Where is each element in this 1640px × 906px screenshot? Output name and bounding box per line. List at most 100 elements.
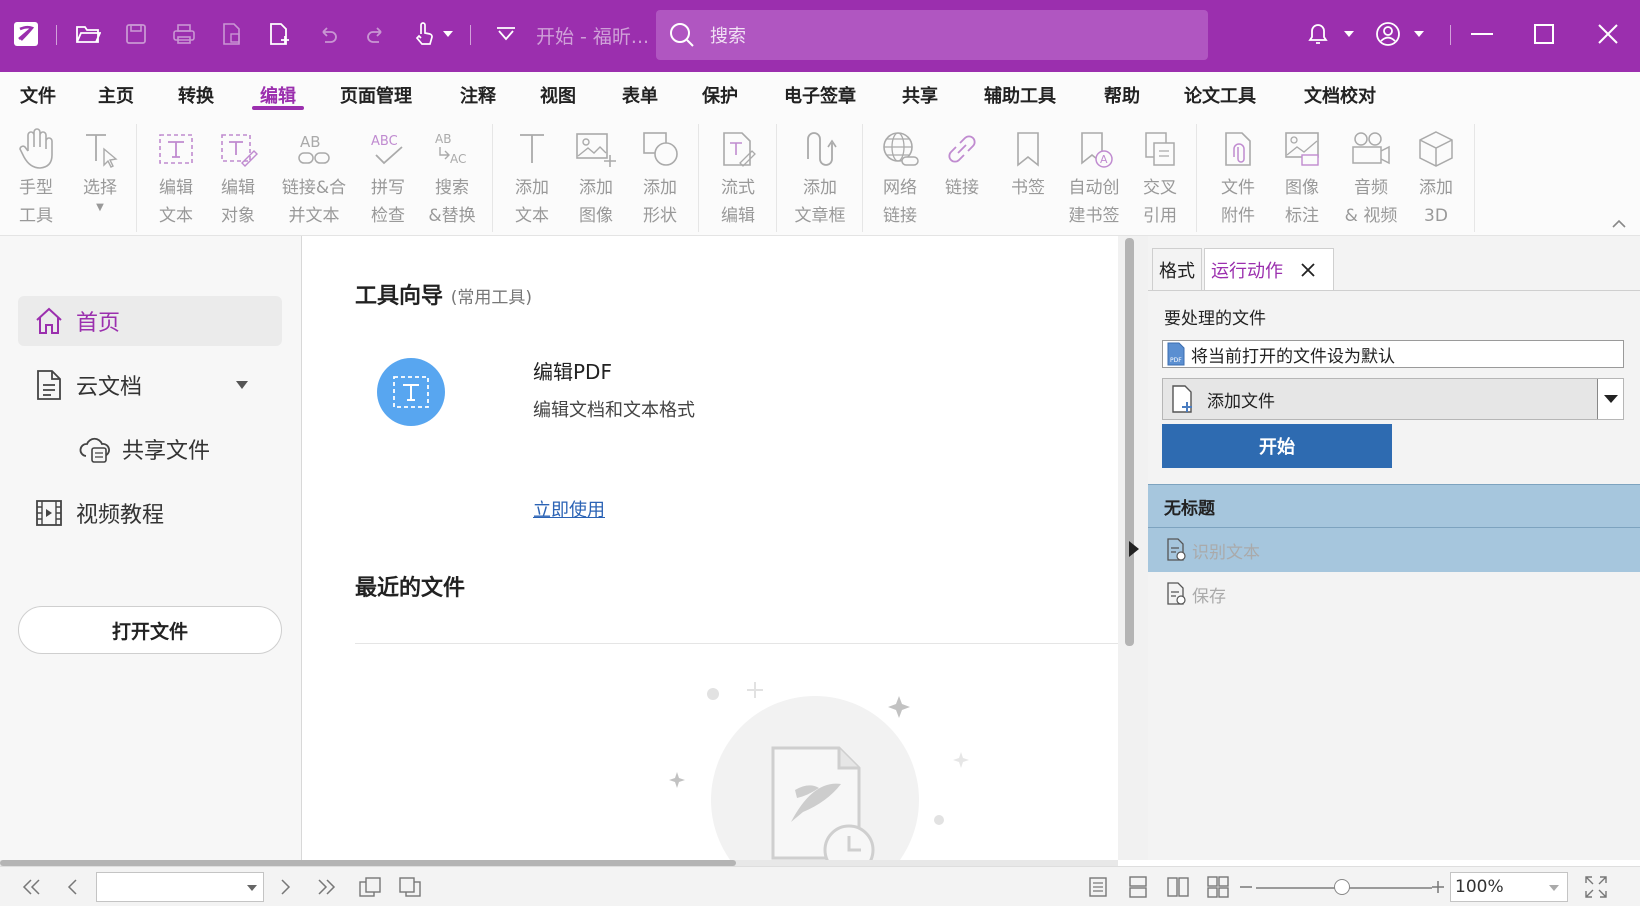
add-text-button[interactable]: 添加 文本 xyxy=(500,124,564,230)
menu-share[interactable]: 共享 xyxy=(902,82,938,108)
active-menu-indicator xyxy=(252,106,304,110)
add-3d-button[interactable]: 添加 3D xyxy=(1404,124,1468,230)
spell-check-button[interactable]: ABC 拼写 检查 xyxy=(356,124,420,230)
svg-text:PDF: PDF xyxy=(1170,357,1182,364)
tab-format[interactable]: 格式 xyxy=(1152,248,1202,290)
add-shape-button[interactable]: 添加 形状 xyxy=(628,124,692,230)
link-merge-text-button[interactable]: AB 链接&合 并文本 xyxy=(276,124,352,230)
menu-comment[interactable]: 注释 xyxy=(460,82,496,108)
action-ocr-row[interactable]: 识别文本 xyxy=(1148,528,1640,572)
dropdown-arrow-icon[interactable] xyxy=(1597,379,1623,419)
edit-pdf-icon[interactable] xyxy=(377,358,445,426)
save-icon[interactable] xyxy=(118,16,154,52)
menu-protect[interactable]: 保护 xyxy=(702,82,738,108)
maximize-icon[interactable] xyxy=(1526,16,1562,52)
open-file-button[interactable]: 打开文件 xyxy=(18,606,282,654)
facing-view-icon[interactable] xyxy=(1164,875,1192,899)
nav-video-tutorials[interactable]: 视频教程 xyxy=(18,488,282,538)
chevron-down-icon[interactable] xyxy=(1549,885,1559,891)
menu-view[interactable]: 视图 xyxy=(540,82,576,108)
nav-home[interactable]: 首页 xyxy=(18,296,282,346)
close-tab-icon[interactable] xyxy=(1301,262,1315,277)
zoom-out-icon[interactable] xyxy=(1236,875,1256,899)
single-page-view-icon[interactable] xyxy=(1084,875,1112,899)
collapse-ribbon-icon[interactable] xyxy=(1612,214,1626,233)
close-icon[interactable] xyxy=(1590,16,1626,52)
notification-dropdown-icon[interactable] xyxy=(1338,16,1360,52)
start-button[interactable]: 开始 xyxy=(1162,424,1392,468)
menu-convert[interactable]: 转换 xyxy=(178,82,214,108)
web-link-button[interactable]: 网络 链接 xyxy=(868,124,932,230)
add-file-dropdown[interactable]: 添加文件 xyxy=(1162,378,1624,420)
open-folder-icon[interactable] xyxy=(70,16,106,52)
scrollbar-thumb[interactable] xyxy=(1125,238,1134,646)
new-page-icon[interactable] xyxy=(262,16,298,52)
account-dropdown-icon[interactable] xyxy=(1408,16,1430,52)
menu-e-signature[interactable]: 电子签章 xyxy=(784,82,856,108)
menu-page-management[interactable]: 页面管理 xyxy=(340,82,412,108)
first-page-icon[interactable] xyxy=(18,875,46,899)
menu-document-proofread[interactable]: 文档校对 xyxy=(1304,82,1376,108)
search-replace-button[interactable]: AB AC 搜索 &替换 xyxy=(420,124,484,230)
file-attachment-button[interactable]: 文件 附件 xyxy=(1206,124,1270,230)
tab-run-action[interactable]: 运行动作 xyxy=(1204,248,1334,290)
continuous-view-icon[interactable] xyxy=(1124,875,1152,899)
action-group-header[interactable]: 无标题 xyxy=(1148,484,1640,528)
menu-assist-tools[interactable]: 辅助工具 xyxy=(984,82,1056,108)
edit-object-button[interactable]: 编辑 对象 xyxy=(206,124,270,230)
chevron-down-icon[interactable] xyxy=(247,885,257,891)
zoom-in-icon[interactable] xyxy=(1428,875,1448,899)
minimize-icon[interactable] xyxy=(1464,16,1500,52)
app-logo-icon[interactable] xyxy=(8,16,44,52)
separator xyxy=(776,124,777,232)
previous-view-icon[interactable] xyxy=(356,875,384,899)
chevron-down-icon[interactable] xyxy=(236,381,248,389)
page-number-input[interactable] xyxy=(96,872,264,902)
nav-shared-files[interactable]: 共享文件 xyxy=(60,424,282,474)
touch-mode-dropdown-icon[interactable] xyxy=(436,16,460,52)
menu-file[interactable]: 文件 xyxy=(20,82,56,108)
menu-help[interactable]: 帮助 xyxy=(1104,82,1140,108)
flow-edit-button[interactable]: 流式 编辑 xyxy=(706,124,770,230)
nav-video-tutorials-label: 视频教程 xyxy=(76,503,165,528)
customize-quick-access-icon[interactable] xyxy=(488,16,524,52)
export-page-icon[interactable] xyxy=(214,16,250,52)
svg-text:ABC: ABC xyxy=(371,134,398,149)
last-page-icon[interactable] xyxy=(312,875,340,899)
edit-text-button[interactable]: 编辑 文本 xyxy=(144,124,208,230)
undo-icon[interactable] xyxy=(310,16,346,52)
menu-thesis-tools[interactable]: 论文工具 xyxy=(1184,82,1256,108)
image-annotation-button[interactable]: 图像 标注 xyxy=(1270,124,1334,230)
notification-bell-icon[interactable] xyxy=(1300,16,1336,52)
redo-icon[interactable] xyxy=(358,16,394,52)
add-article-box-button[interactable]: 添加 文章框 xyxy=(784,124,856,230)
zoom-level-select[interactable]: 100% xyxy=(1450,872,1568,902)
cross-reference-button[interactable]: 交叉 引用 xyxy=(1128,124,1192,230)
search-placeholder: 搜索 xyxy=(710,26,746,47)
action-save-row[interactable]: 保存 xyxy=(1148,572,1640,616)
hand-tool-button[interactable]: 手型 工具 xyxy=(4,124,68,230)
account-icon[interactable] xyxy=(1370,16,1406,52)
use-now-link[interactable]: 立即使用 xyxy=(533,496,605,522)
previous-page-icon[interactable] xyxy=(58,875,86,899)
search-input[interactable]: 搜索 xyxy=(656,10,1208,60)
zoom-slider-handle[interactable] xyxy=(1334,879,1350,895)
continuous-facing-view-icon[interactable] xyxy=(1204,875,1232,899)
fullscreen-icon[interactable] xyxy=(1582,875,1610,899)
next-page-icon[interactable] xyxy=(272,875,300,899)
bookmark-button[interactable]: 书签 xyxy=(996,124,1060,202)
menu-form[interactable]: 表单 xyxy=(622,82,658,108)
menu-home[interactable]: 主页 xyxy=(98,82,134,108)
print-icon[interactable] xyxy=(166,16,202,52)
add-text-label: 添加 文本 xyxy=(515,178,549,226)
menu-edit[interactable]: 编辑 xyxy=(260,82,296,108)
nav-cloud-docs[interactable]: 云文档 xyxy=(18,360,282,410)
auto-create-bookmark-button[interactable]: A 自动创 建书签 xyxy=(1060,124,1128,230)
link-button[interactable]: 链接 xyxy=(930,124,994,202)
audio-video-button[interactable]: 音频 & 视频 xyxy=(1336,124,1406,230)
add-image-button[interactable]: 添加 图像 xyxy=(564,124,628,230)
next-view-icon[interactable] xyxy=(396,875,424,899)
expand-panel-icon[interactable] xyxy=(1128,540,1140,562)
select-button[interactable]: 选择 ▼ xyxy=(68,124,132,213)
default-file-field[interactable]: PDF 将当前打开的文件设为默认 xyxy=(1162,340,1624,368)
